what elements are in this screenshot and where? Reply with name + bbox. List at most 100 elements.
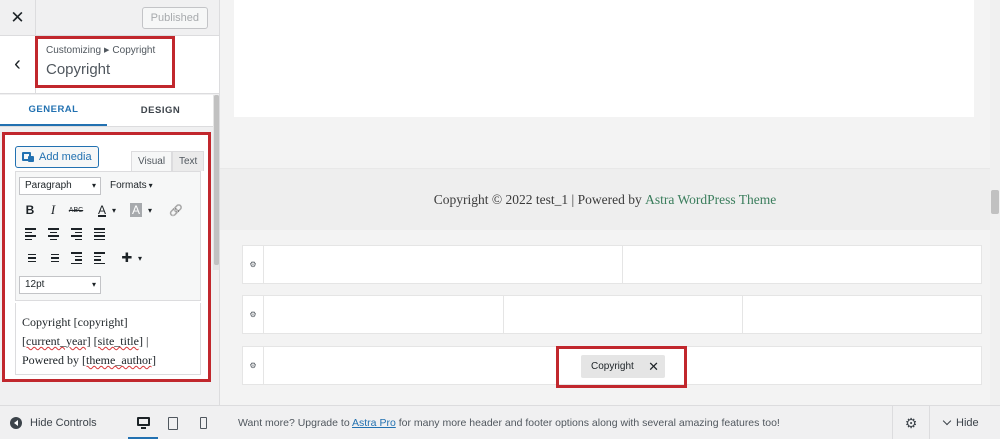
tab-design[interactable]: DESIGN [107, 95, 214, 126]
strikethrough-icon: ABC [68, 206, 84, 214]
paragraph-format-value: Paragraph [25, 180, 72, 191]
close-customizer-button[interactable]: ✕ [0, 0, 36, 35]
background-color-dropdown[interactable]: ▾ [144, 200, 156, 220]
row-settings-button[interactable]: ⚙ [243, 347, 264, 384]
footer-column[interactable] [623, 246, 981, 283]
chevron-down-icon: ▾ [137, 253, 142, 263]
strikethrough-button[interactable]: ABC [66, 200, 86, 220]
formats-dropdown[interactable]: Formats ▾ [110, 177, 153, 195]
align-right-button[interactable] [66, 224, 86, 244]
chevron-down-icon: ▾ [91, 181, 96, 190]
row-settings-button[interactable]: ⚙ [243, 246, 264, 283]
astra-pro-link[interactable]: Astra Pro [352, 417, 396, 429]
align-left-icon [24, 228, 36, 240]
insert-dropdown[interactable]: ▾ [134, 248, 146, 268]
editor-content[interactable]: Copyright [copyright] [current_year] [si… [15, 303, 201, 375]
copyright-chip-label: Copyright [591, 361, 634, 372]
align-center-icon [47, 228, 59, 240]
section-header: ‹ Customizing ▶ Copyright Copyright [0, 36, 219, 94]
breadcrumb-parent: Customizing [46, 45, 102, 56]
toolbar-row-5: 12pt ▾ [16, 274, 200, 298]
back-button[interactable]: ‹ [0, 36, 36, 93]
preview-tablet-button[interactable] [158, 406, 188, 439]
italic-icon: I [50, 202, 56, 217]
breadcrumb-current: Copyright [112, 45, 156, 56]
preview-scrollbar-thumb[interactable] [991, 190, 999, 214]
font-size-select[interactable]: 12pt ▾ [19, 276, 101, 294]
align-justify-button[interactable] [89, 224, 109, 244]
formats-label: Formats [110, 180, 147, 191]
footer-column[interactable] [743, 296, 981, 333]
editor-toolbar: Paragraph ▾ Formats▾ B I ABC A ▾ A ▾ 🔗 [15, 171, 201, 301]
text-color-dropdown[interactable]: ▾ [108, 200, 120, 220]
upgrade-notice: Want more? Upgrade to Astra Pro for many… [238, 406, 780, 439]
chevron-down-icon [942, 416, 952, 426]
background-color-icon: A [129, 203, 142, 217]
section-title: Copyright [46, 61, 111, 78]
unordered-list-button[interactable] [43, 248, 63, 268]
outdent-icon [70, 252, 82, 264]
panel-tabs: GENERAL DESIGN [0, 95, 214, 127]
footer-column[interactable] [504, 296, 743, 333]
remove-widget-icon[interactable]: ✕ [648, 355, 659, 378]
hide-controls-button[interactable]: Hide Controls [10, 406, 97, 439]
shortcode-current-year: [current_year] [22, 334, 91, 348]
hide-label: Hide [956, 417, 979, 429]
row-settings-button[interactable]: ⚙ [243, 296, 264, 333]
ordered-list-button[interactable] [20, 248, 40, 268]
breadcrumb-separator-icon: ▶ [104, 47, 110, 54]
tab-visual[interactable]: Visual [131, 151, 173, 171]
chevron-left-icon: ‹ [14, 53, 21, 75]
site-content-area [234, 0, 974, 117]
collapse-icon [10, 417, 22, 429]
toolbar-row-4: ✚ ▾ [16, 248, 200, 272]
shortcode-copyright: [copyright] [73, 315, 128, 329]
copyright-widget-highlight: Copyright ✕ [556, 346, 687, 388]
align-center-button[interactable] [43, 224, 63, 244]
tab-general[interactable]: GENERAL [0, 95, 107, 126]
footer-settings-button[interactable]: ⚙ [892, 406, 930, 439]
customizer-topbar: ✕ Published [0, 0, 219, 36]
background-color-button[interactable]: A [126, 200, 146, 220]
link-button[interactable]: 🔗 [166, 200, 186, 220]
breadcrumb-highlight: Customizing ▶ Copyright Copyright [35, 36, 175, 88]
gear-icon: ⚙ [249, 260, 257, 269]
preview-desktop-button[interactable] [128, 406, 158, 439]
site-preview: Copyright © 2022 test_1 | Powered by Ast… [220, 0, 1000, 405]
panel-scrollbar[interactable] [213, 95, 219, 270]
chevron-down-icon: ▾ [91, 280, 96, 289]
bold-icon: B [25, 203, 35, 217]
bold-button[interactable]: B [20, 200, 40, 220]
desktop-icon [136, 417, 150, 429]
indent-icon [93, 252, 105, 264]
footer-theme-link[interactable]: Astra WordPress Theme [645, 192, 776, 208]
text-color-icon: A [97, 203, 106, 217]
add-media-label: Add media [39, 151, 92, 163]
footer-builder-row-top: ⚙ [242, 245, 982, 284]
copyright-widget-chip[interactable]: Copyright ✕ [581, 355, 665, 378]
paragraph-format-select[interactable]: Paragraph ▾ [19, 177, 101, 195]
preview-mobile-button[interactable] [188, 406, 218, 439]
ordered-list-icon [25, 253, 36, 263]
link-icon: 🔗 [169, 204, 183, 217]
tab-text[interactable]: Text [172, 151, 205, 171]
unordered-list-icon [48, 253, 59, 263]
copyright-editor: Add media Visual Text Paragraph ▾ Format… [2, 132, 211, 382]
toolbar-row-2: B I ABC A ▾ A ▾ 🔗 [16, 200, 200, 224]
italic-button[interactable]: I [43, 200, 63, 220]
add-media-button[interactable]: Add media [15, 146, 99, 168]
gear-icon: ⚙ [249, 310, 257, 319]
chevron-down-icon: ▾ [147, 205, 152, 215]
align-left-button[interactable] [20, 224, 40, 244]
breadcrumb: Customizing ▶ Copyright [46, 45, 164, 56]
footer-column[interactable] [264, 296, 504, 333]
preview-scrollbar[interactable] [990, 0, 1000, 405]
close-icon: ✕ [10, 7, 25, 27]
indent-button[interactable] [89, 248, 109, 268]
hide-builder-button[interactable]: Hide [942, 406, 979, 439]
published-button[interactable]: Published [141, 7, 208, 29]
footer-column[interactable] [264, 246, 623, 283]
panel-scrollbar-thumb[interactable] [214, 95, 219, 265]
font-size-value: 12pt [25, 279, 45, 290]
outdent-button[interactable] [66, 248, 86, 268]
